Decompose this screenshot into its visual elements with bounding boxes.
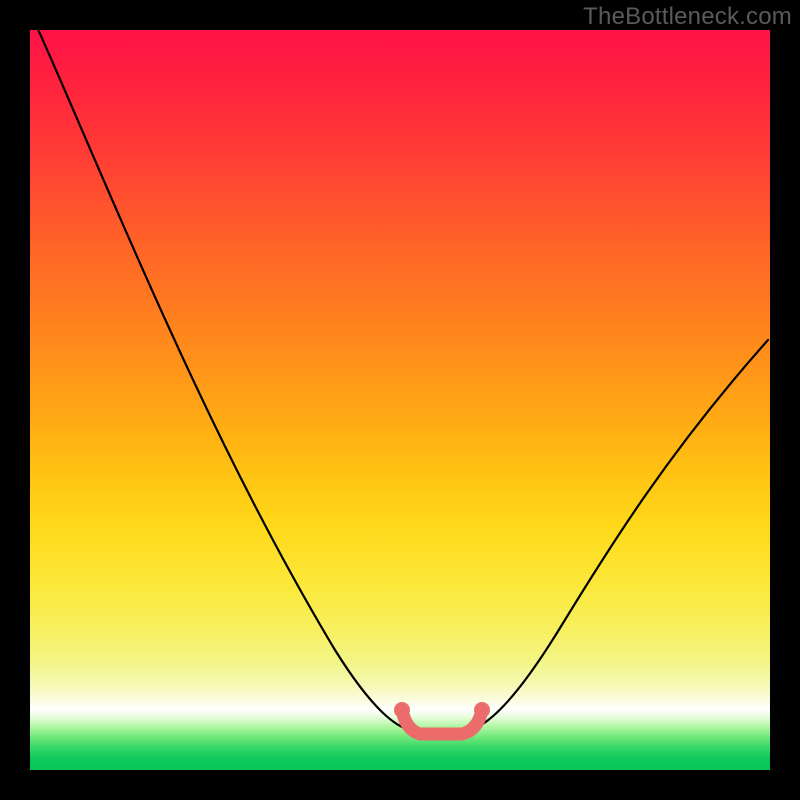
curves-svg [30, 30, 770, 770]
chart-frame: TheBottleneck.com [0, 0, 800, 800]
optimal-right-dot [474, 702, 490, 718]
optimal-left-dot [394, 702, 410, 718]
plot-area [30, 30, 770, 770]
bottleneck-curve [33, 30, 768, 730]
optimal-segment [402, 710, 482, 734]
watermark-text: TheBottleneck.com [583, 3, 792, 31]
